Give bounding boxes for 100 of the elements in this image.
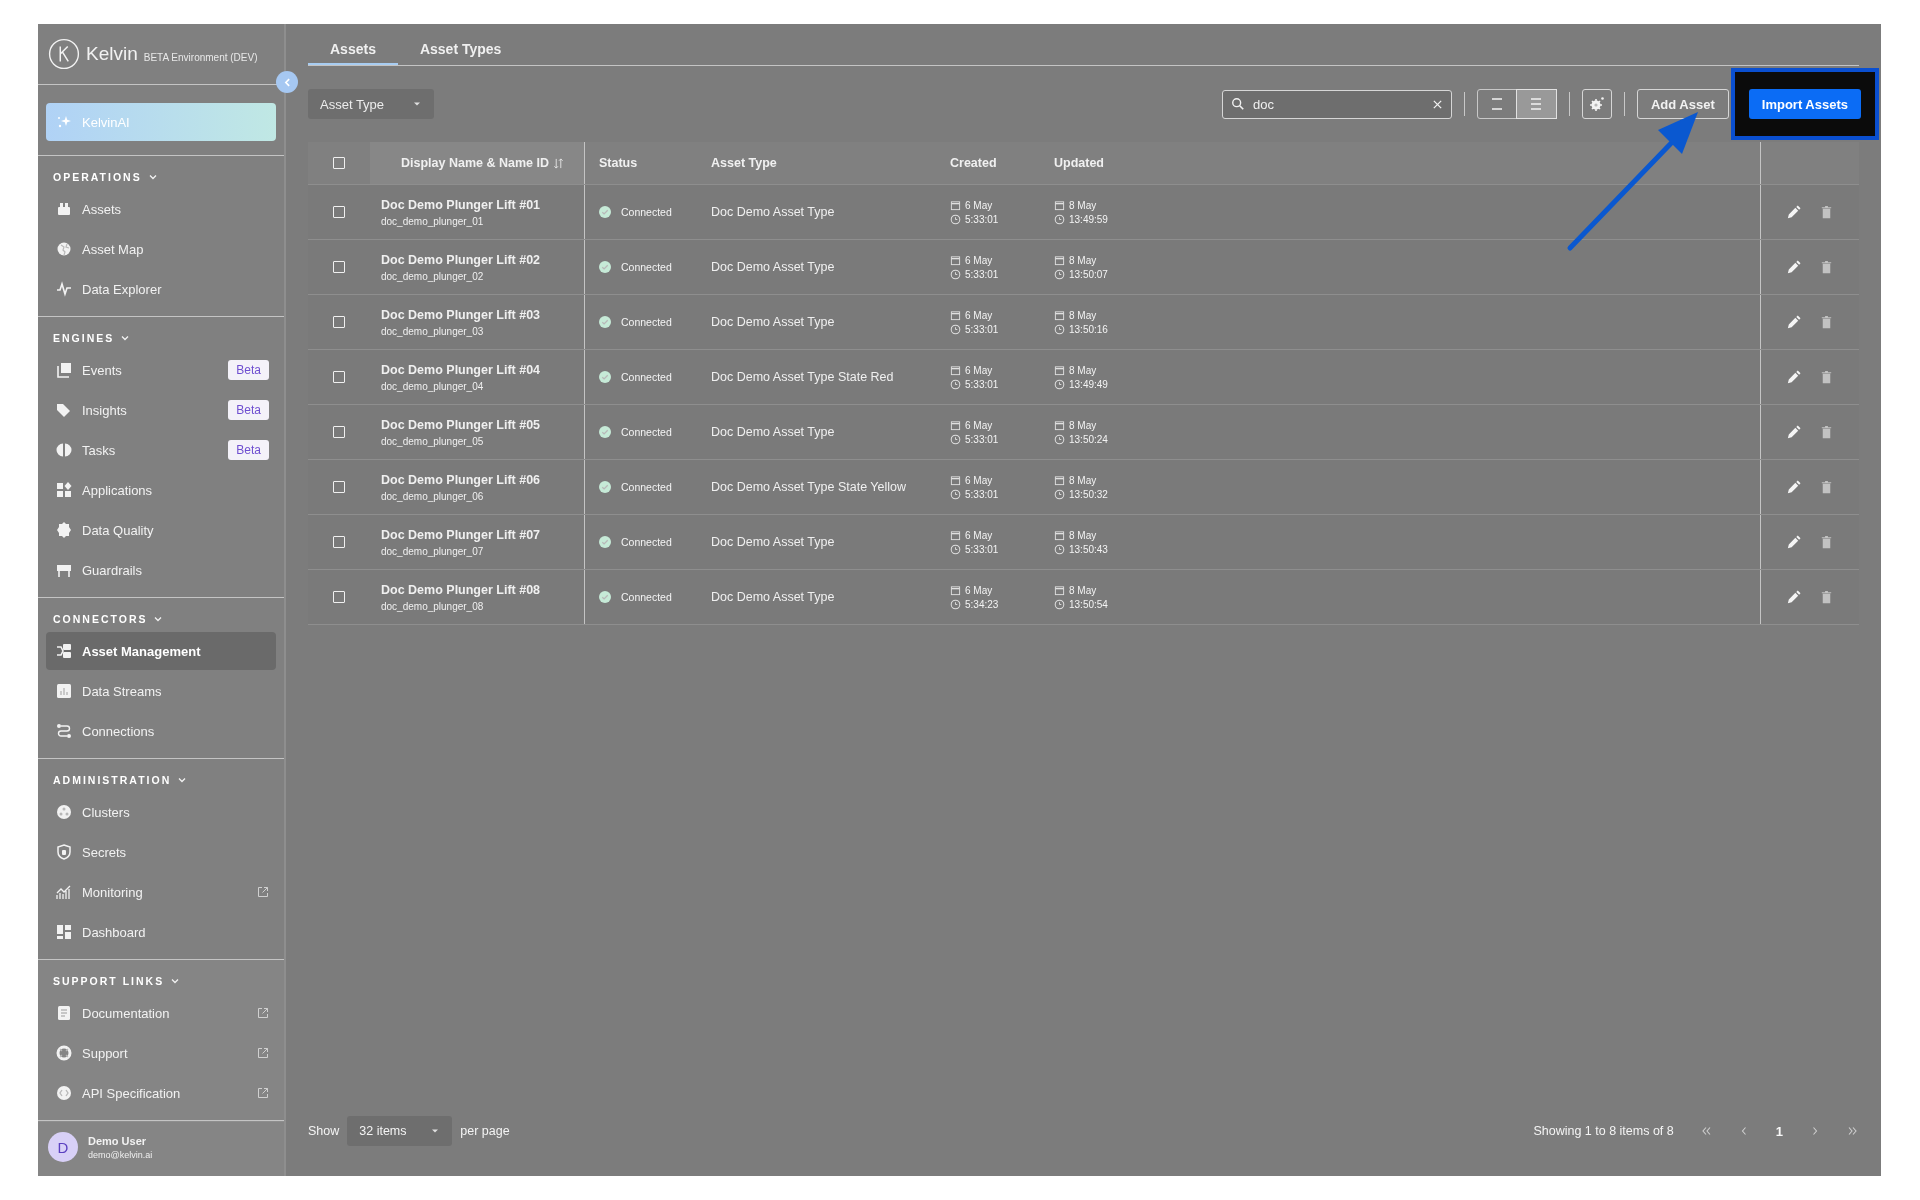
user-avatar[interactable]: D	[48, 1132, 78, 1162]
asset-type-text: Doc Demo Asset Type	[711, 590, 835, 604]
sidebar-item[interactable]: Monitoring	[46, 873, 276, 911]
created-time: 5:34:23	[965, 598, 999, 610]
updated-time: 13:50:24	[1069, 433, 1108, 445]
asset-name[interactable]: Doc Demo Plunger Lift #06	[381, 472, 541, 487]
checkbox[interactable]	[333, 481, 345, 493]
clock-icon	[1054, 598, 1065, 610]
created-time: 5:33:01	[965, 213, 999, 225]
section-header[interactable]: OPERATIONS	[46, 164, 158, 190]
sidebar-item[interactable]: Secrets	[46, 833, 276, 871]
sidebar-item[interactable]: Data Streams	[46, 672, 276, 710]
asset-type-dropdown[interactable]: Asset Type	[308, 89, 434, 119]
search-field[interactable]: doc	[1221, 89, 1452, 119]
asset-name[interactable]: Doc Demo Plunger Lift #01	[381, 197, 541, 212]
lifebuoy-icon	[56, 1045, 72, 1061]
brand-name: Kelvin	[86, 43, 138, 65]
sidebar-item[interactable]: Insights Beta	[46, 391, 276, 429]
calendar-icon	[1054, 254, 1065, 266]
page-number[interactable]: 1	[1775, 1123, 1783, 1139]
edit-icon[interactable]	[1786, 424, 1801, 440]
last-page-icon[interactable]	[1847, 1125, 1859, 1137]
checkbox[interactable]	[333, 591, 345, 603]
sidebar-item[interactable]: API Specification	[46, 1074, 276, 1112]
sidebar-item[interactable]: Dashboard	[46, 913, 276, 951]
sidebar-item[interactable]: Events Beta	[46, 351, 276, 389]
collapse-sidebar-button[interactable]	[276, 71, 298, 93]
edit-icon[interactable]	[1786, 534, 1801, 550]
asset-name[interactable]: Doc Demo Plunger Lift #04	[381, 362, 541, 377]
sidebar-item[interactable]: Asset Management	[46, 632, 276, 670]
sidebar-item[interactable]: Connections	[46, 712, 276, 750]
asset-name[interactable]: Doc Demo Plunger Lift #08	[381, 582, 541, 597]
tab[interactable]: Assets	[308, 41, 398, 65]
status-text: Connected	[621, 591, 672, 603]
pagination-summary: Showing 1 to 8 items of 8	[1533, 1124, 1674, 1138]
column-header: Created	[950, 156, 997, 170]
beta-badge: Beta	[228, 360, 269, 380]
calendar-icon	[1054, 364, 1065, 376]
calendar-icon	[950, 199, 961, 211]
dashboard-icon	[56, 924, 72, 940]
sidebar-item[interactable]: Guardrails	[46, 551, 276, 589]
clock-icon	[950, 213, 961, 225]
sort-icon[interactable]	[553, 157, 564, 169]
tag-icon	[56, 402, 72, 418]
updated-time: 13:50:32	[1069, 488, 1108, 500]
updated-time: 13:49:59	[1069, 213, 1108, 225]
section-header[interactable]: CONNECTORS	[46, 606, 164, 632]
page-size-dropdown[interactable]: 32 items	[347, 1116, 453, 1146]
checkbox[interactable]	[333, 157, 345, 169]
checkbox[interactable]	[333, 536, 345, 548]
sidebar-item[interactable]: Documentation	[46, 994, 276, 1032]
status-text: Connected	[621, 426, 672, 438]
edit-icon[interactable]	[1786, 314, 1801, 330]
asset-name[interactable]: Doc Demo Plunger Lift #03	[381, 307, 541, 322]
edit-icon[interactable]	[1786, 204, 1801, 220]
edit-icon[interactable]	[1786, 589, 1801, 605]
asset-name-id: doc_demo_plunger_01	[381, 215, 484, 227]
route-icon	[56, 723, 72, 739]
bar-chart-icon	[56, 683, 72, 699]
check-circle-icon	[599, 261, 611, 273]
sidebar-item[interactable]: Clusters	[46, 793, 276, 831]
updated-date: 8 May	[1069, 364, 1097, 376]
section-header[interactable]: ADMINISTRATION	[46, 767, 188, 793]
clock-icon	[1054, 213, 1065, 225]
sidebar-item[interactable]: Tasks Beta	[46, 431, 276, 469]
list-view-button[interactable]	[1516, 90, 1556, 118]
badge-gear-icon	[56, 522, 72, 538]
sidebar-item[interactable]: Assets	[46, 190, 276, 228]
asset-type-text: Doc Demo Asset Type	[711, 315, 835, 329]
clock-icon	[1054, 433, 1065, 445]
created-time: 5:33:01	[965, 323, 999, 335]
status-text: Connected	[621, 316, 672, 328]
edit-icon[interactable]	[1786, 479, 1801, 495]
asset-name[interactable]: Doc Demo Plunger Lift #02	[381, 252, 541, 267]
checkbox[interactable]	[333, 206, 345, 218]
sidebar-item[interactable]: Support	[46, 1034, 276, 1072]
asset-type-text: Doc Demo Asset Type	[711, 425, 835, 439]
sidebar-item[interactable]: Applications	[46, 471, 276, 509]
asset-name[interactable]: Doc Demo Plunger Lift #07	[381, 527, 541, 542]
settings-button[interactable]	[1581, 89, 1612, 119]
created-date: 6 May	[965, 474, 993, 486]
import-assets-button[interactable]: Import Assets	[1748, 89, 1861, 119]
section-header[interactable]: ENGINES	[46, 325, 131, 351]
clock-icon	[950, 268, 961, 280]
checkbox[interactable]	[333, 426, 345, 438]
clear-icon[interactable]	[1431, 98, 1443, 110]
edit-icon[interactable]	[1786, 369, 1801, 385]
updated-time: 13:50:43	[1069, 543, 1108, 555]
sidebar-item[interactable]: Asset Map	[46, 230, 276, 268]
sidebar-item[interactable]: Data Quality	[46, 511, 276, 549]
tab[interactable]: Asset Types	[397, 41, 524, 65]
calendar-icon	[1054, 309, 1065, 321]
column-header: Updated	[1054, 156, 1104, 170]
asset-name[interactable]: Doc Demo Plunger Lift #05	[381, 417, 541, 432]
sidebar-item[interactable]: Data Explorer	[46, 270, 276, 308]
checkbox[interactable]	[333, 316, 345, 328]
section-header[interactable]: SUPPORT LINKS	[46, 968, 181, 994]
checkbox[interactable]	[333, 371, 345, 383]
edit-icon[interactable]	[1786, 259, 1801, 275]
checkbox[interactable]	[333, 261, 345, 273]
